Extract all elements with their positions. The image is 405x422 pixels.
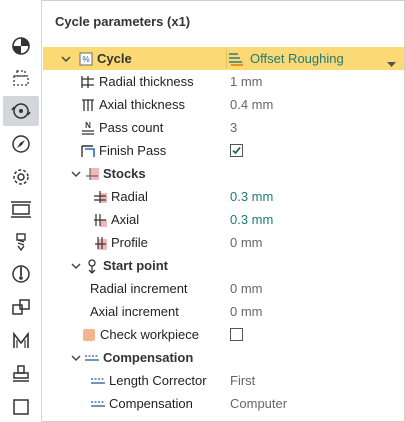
- divider: [226, 49, 227, 68]
- chevron-down-icon[interactable]: [71, 353, 81, 363]
- check-workpiece-checkbox[interactable]: [230, 328, 243, 341]
- compensation-icon: [90, 396, 106, 412]
- compensation-row: Compensation Computer: [43, 392, 404, 415]
- axial-thickness-value[interactable]: 0.4 mm: [230, 97, 273, 112]
- transform-icon[interactable]: [3, 292, 39, 322]
- dashed-select-icon[interactable]: [3, 63, 39, 93]
- stock-axial-label: Axial: [111, 212, 140, 227]
- length-corrector-value[interactable]: First: [230, 373, 255, 388]
- axial-increment-value[interactable]: 0 mm: [230, 304, 263, 319]
- drill-icon[interactable]: [3, 227, 39, 257]
- svg-text:N: N: [85, 121, 91, 130]
- stock-radial-row: Radial 0.3 mm: [43, 185, 404, 208]
- compensation-group-row[interactable]: Compensation: [43, 346, 404, 369]
- pass-count-value[interactable]: 3: [230, 120, 237, 135]
- cycle-label-group: % Cycle: [78, 51, 132, 67]
- radial-thickness-row: Radial thickness 1 mm: [43, 70, 404, 93]
- workpiece-icon: [81, 327, 97, 343]
- start-point-group-row[interactable]: Start point: [43, 254, 404, 277]
- chevron-down-icon[interactable]: [61, 54, 71, 64]
- start-point-icon: [84, 258, 100, 274]
- radial-thickness-icon: [80, 74, 96, 90]
- stock-radial-icon: [92, 189, 108, 205]
- gear-icon[interactable]: [3, 162, 39, 192]
- compensation-group-label: Compensation: [103, 350, 194, 365]
- panel-title: Cycle parameters (x1): [55, 14, 191, 29]
- stock-radial-label: Radial: [111, 189, 148, 204]
- finish-pass-icon: [80, 143, 96, 159]
- finish-pass-row: Finish Pass: [43, 139, 404, 162]
- axial-increment-row: Axial increment 0 mm: [43, 300, 404, 323]
- stock-axial-row: Axial 0.3 mm: [43, 208, 404, 231]
- left-toolbar: [0, 0, 42, 422]
- finish-pass-label: Finish Pass: [99, 143, 167, 158]
- radial-increment-label: Radial increment: [90, 281, 188, 296]
- offset-roughing-icon: [228, 51, 244, 67]
- stock-axial-value[interactable]: 0.3 mm: [230, 212, 273, 227]
- length-corrector-icon: [90, 373, 106, 389]
- cycle-dropdown[interactable]: Offset Roughing: [228, 47, 404, 70]
- length-corrector-row: Length Corrector First: [43, 369, 404, 392]
- stamp-icon[interactable]: [3, 359, 39, 389]
- fixture-icon[interactable]: [3, 194, 39, 224]
- axial-thickness-icon: [80, 97, 96, 113]
- check-workpiece-label: Check workpiece: [100, 327, 199, 342]
- cycle-type-icon: %: [78, 51, 94, 67]
- svg-text:%: %: [82, 55, 89, 64]
- radial-increment-value[interactable]: 0 mm: [230, 281, 263, 296]
- stock-profile-row: Profile 0 mm: [43, 231, 404, 254]
- pass-count-row: N Pass count 3: [43, 116, 404, 139]
- macro-icon[interactable]: [3, 326, 39, 356]
- square-icon[interactable]: [3, 392, 39, 422]
- pass-count-icon: N: [80, 120, 96, 136]
- stocks-label: Stocks: [103, 166, 146, 181]
- radial-increment-row: Radial increment 0 mm: [43, 277, 404, 300]
- chevron-down-icon[interactable]: [71, 261, 81, 271]
- dropdown-arrow-icon[interactable]: [387, 56, 396, 71]
- cycle-row[interactable]: % Cycle Offset Roughing: [43, 47, 404, 70]
- check-workpiece-row: Check workpiece: [43, 323, 404, 346]
- axial-thickness-label: Axial thickness: [99, 97, 185, 112]
- quarter-circle-icon[interactable]: [3, 31, 39, 61]
- stocks-icon: [84, 166, 100, 182]
- radial-thickness-value[interactable]: 1 mm: [230, 74, 263, 89]
- chevron-down-icon[interactable]: [71, 169, 81, 179]
- cycle-parameters-panel: Cycle parameters (x1) % Cycle Offset Rou…: [43, 0, 404, 422]
- compensation-value[interactable]: Computer: [230, 396, 287, 411]
- probe-icon[interactable]: [3, 259, 39, 289]
- stock-profile-label: Profile: [111, 235, 148, 250]
- stock-profile-value[interactable]: 0 mm: [230, 235, 263, 250]
- axial-increment-label: Axial increment: [90, 304, 179, 319]
- compensation-label: Compensation: [109, 396, 193, 411]
- axial-thickness-row: Axial thickness 0.4 mm: [43, 93, 404, 116]
- finish-pass-checkbox[interactable]: [230, 144, 243, 157]
- length-corrector-label: Length Corrector: [109, 373, 207, 388]
- start-point-label: Start point: [103, 258, 168, 273]
- radial-thickness-label: Radial thickness: [99, 74, 194, 89]
- cycle-value: Offset Roughing: [250, 51, 344, 66]
- stock-axial-icon: [92, 212, 108, 228]
- stock-profile-icon: [92, 235, 108, 251]
- stock-radial-value[interactable]: 0.3 mm: [230, 189, 273, 204]
- compensation-group-icon: [84, 350, 100, 366]
- compass-icon[interactable]: [3, 129, 39, 159]
- cycle-icon[interactable]: [3, 96, 39, 126]
- cycle-label: Cycle: [97, 51, 132, 66]
- pass-count-label: Pass count: [99, 120, 164, 135]
- stocks-group-row[interactable]: Stocks: [43, 162, 404, 185]
